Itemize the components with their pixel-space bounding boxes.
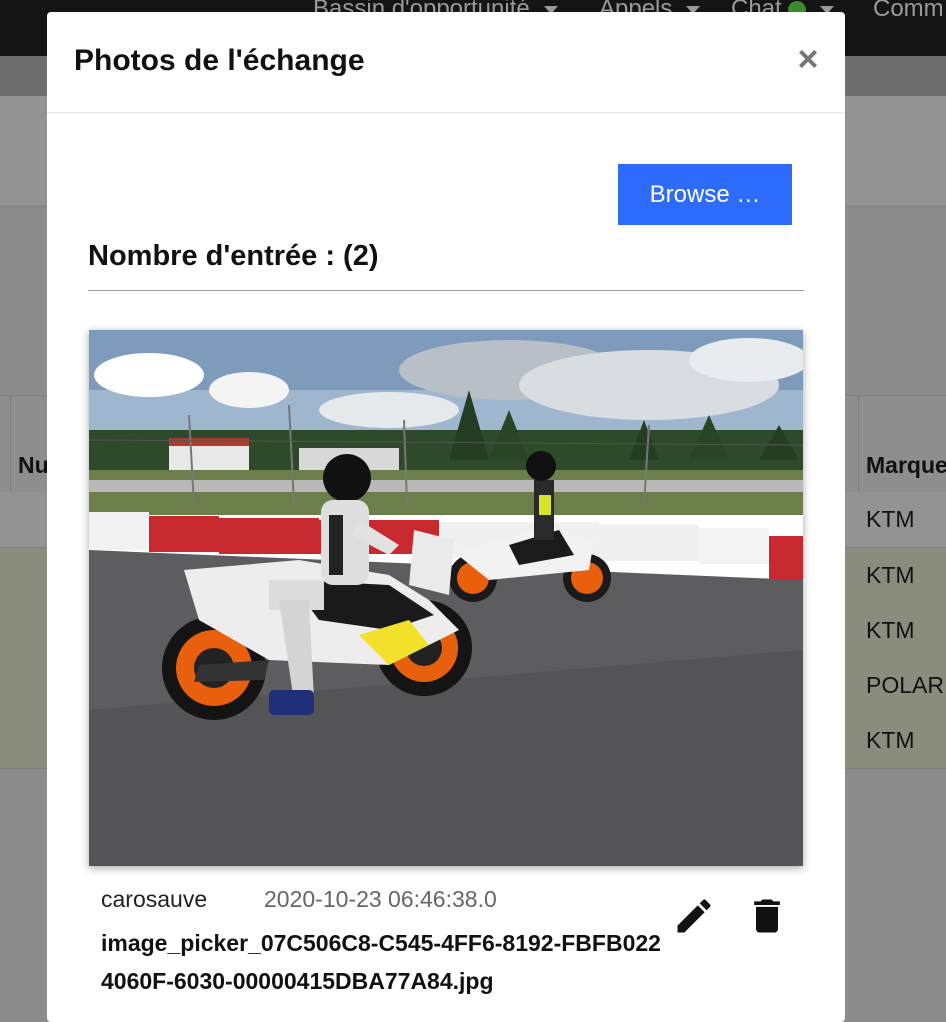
edit-button[interactable]: [672, 894, 716, 938]
column-header-number: Nu: [18, 452, 49, 478]
photos-modal: Photos de l'échange × Browse … Nombre d'…: [47, 12, 845, 1022]
photo-filename: image_picker_07C506C8-C545-4FF6-8192-FBF…: [101, 930, 661, 994]
divider: [88, 290, 804, 291]
photo-author: carosauve: [101, 886, 208, 912]
motorcycle-photo: [89, 330, 803, 866]
column-header-brand: Marque: [866, 452, 946, 478]
brand-cell: KTM: [866, 617, 915, 643]
nav-item-comm[interactable]: Comm: [873, 0, 944, 23]
entry-count-heading: Nombre d'entrée : (2): [88, 240, 379, 272]
modal-header: Photos de l'échange ×: [47, 12, 845, 113]
brand-cell: KTM: [866, 562, 915, 588]
modal-title: Photos de l'échange: [74, 44, 365, 77]
photo-thumbnail[interactable]: [89, 330, 803, 866]
close-button[interactable]: ×: [793, 41, 823, 77]
browse-button[interactable]: Browse …: [618, 164, 792, 225]
brand-cell: KTM: [866, 506, 915, 532]
close-icon: ×: [797, 38, 819, 79]
photo-timestamp: 2020-10-23 06:46:38.0: [264, 886, 497, 912]
brand-cell: POLAR: [866, 672, 944, 698]
brand-cell: KTM: [866, 727, 915, 753]
trash-icon: [754, 899, 780, 933]
pencil-icon: [677, 899, 711, 933]
delete-button[interactable]: [745, 894, 789, 938]
